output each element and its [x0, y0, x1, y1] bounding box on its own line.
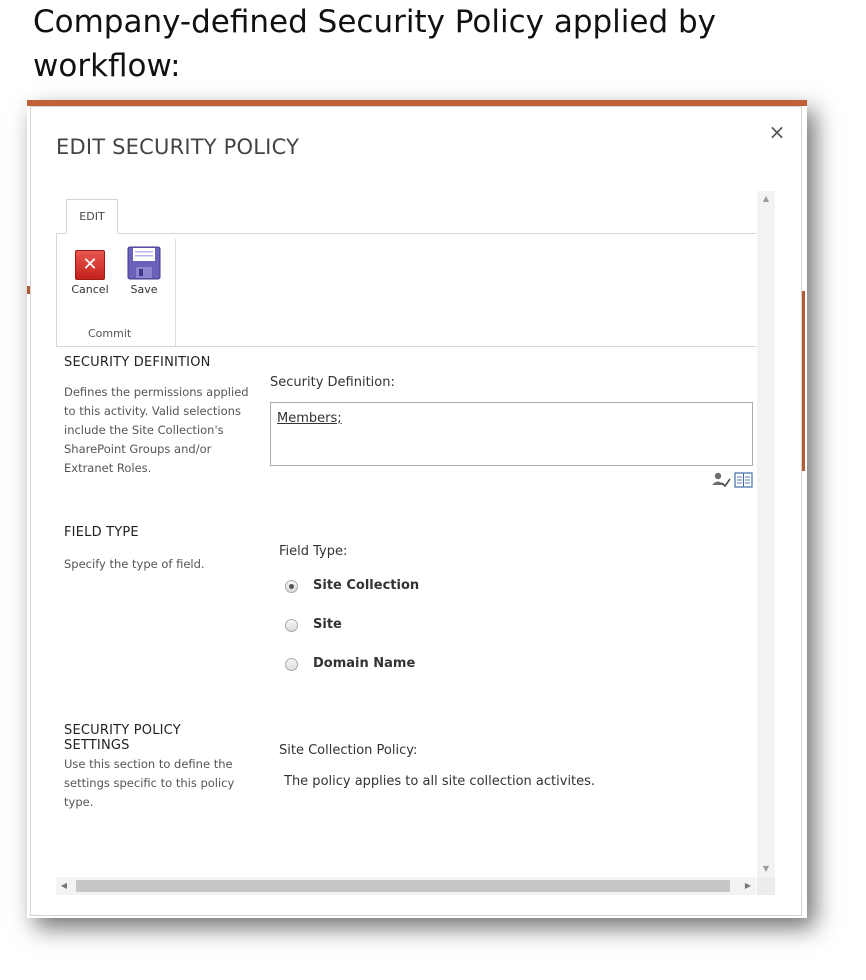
radio-button[interactable]	[285, 619, 298, 632]
field-type-label: Field Type:	[279, 544, 348, 559]
dialog-content: EDIT ✕ Cancel Save Commit SECURITY DEFIN…	[56, 191, 756, 891]
cancel-button-label: Cancel	[71, 283, 109, 296]
resolved-entry[interactable]: Members;	[277, 411, 342, 426]
security-definition-people-picker[interactable]: Members;	[270, 402, 753, 466]
vertical-scrollbar[interactable]: ▲ ▼	[757, 191, 775, 877]
policy-settings-description: Use this section to define the settings …	[64, 757, 235, 809]
scroll-left-arrow-icon[interactable]: ◀	[56, 877, 72, 895]
radio-button[interactable]	[285, 658, 298, 671]
save-button[interactable]: Save	[122, 246, 166, 296]
field-type-description: Specify the type of field.	[64, 557, 205, 571]
radio-label: Domain Name	[313, 656, 416, 671]
ribbon-divider	[56, 233, 57, 346]
ribbon-divider	[56, 346, 756, 347]
dialog-title: EDIT SECURITY POLICY	[56, 135, 300, 159]
horizontal-scrollbar[interactable]: ◀ ▶	[56, 877, 756, 895]
scrollbar-corner	[757, 877, 775, 895]
close-icon[interactable]: ×	[767, 121, 787, 143]
scroll-down-arrow-icon[interactable]: ▼	[757, 861, 775, 877]
policy-settings-heading: SECURITY POLICY SETTINGS	[64, 723, 181, 753]
site-collection-policy-label: Site Collection Policy:	[279, 743, 418, 758]
address-book-icon[interactable]	[734, 472, 753, 488]
save-button-label: Save	[130, 283, 158, 296]
radio-label: Site	[313, 617, 342, 632]
scroll-up-arrow-icon[interactable]: ▲	[757, 191, 775, 207]
cancel-icon: ✕	[75, 250, 105, 280]
ribbon-group-commit: Commit	[88, 327, 132, 340]
cancel-button[interactable]: ✕ Cancel	[68, 246, 112, 296]
slide-caption: Company-defined Security Policy applied …	[33, 4, 717, 84]
horizontal-scroll-thumb[interactable]	[76, 880, 730, 892]
ribbon-divider	[56, 233, 756, 234]
ribbon-group-separator	[175, 239, 176, 346]
check-names-icon[interactable]	[712, 472, 731, 488]
policy-description-text: The policy applies to all site collectio…	[284, 774, 596, 789]
scroll-right-arrow-icon[interactable]: ▶	[740, 877, 756, 895]
security-definition-label: Security Definition:	[270, 375, 395, 390]
people-picker-actions	[712, 472, 753, 488]
tab-edit[interactable]: EDIT	[66, 199, 118, 234]
security-definition-description: Defines the permissions applied to this …	[64, 385, 249, 475]
field-type-heading: FIELD TYPE	[64, 525, 139, 540]
radio-button[interactable]	[285, 580, 298, 593]
radio-label: Site Collection	[313, 578, 420, 593]
edit-security-policy-dialog: EDIT SECURITY POLICY × EDIT ✕ Cancel Sav…	[30, 106, 802, 916]
security-definition-heading: SECURITY DEFINITION	[64, 355, 211, 370]
save-icon	[127, 246, 161, 280]
